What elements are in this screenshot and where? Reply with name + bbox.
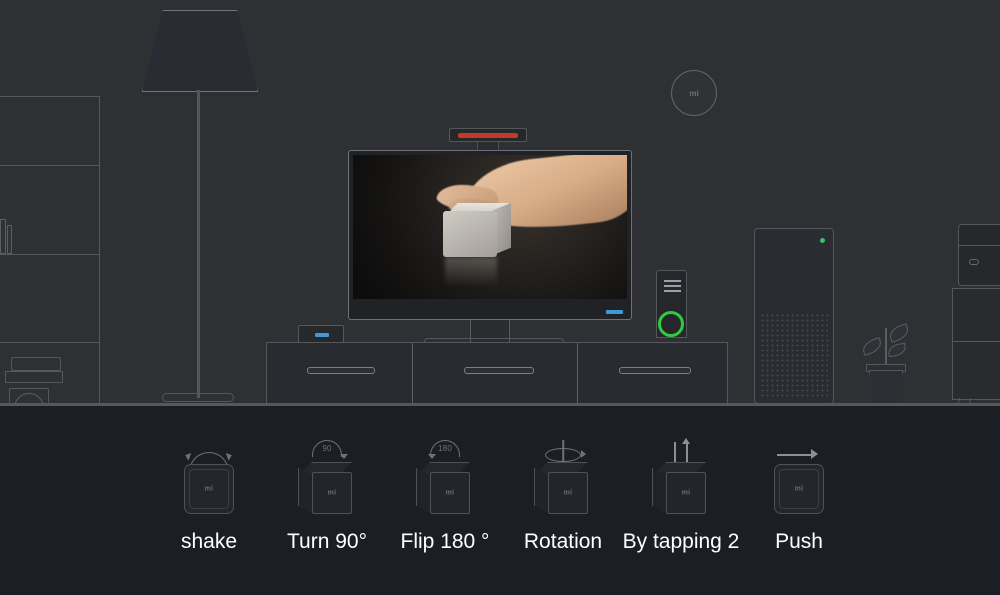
set-top-box-led bbox=[315, 333, 329, 337]
cube-turn-90-icon: 90 mi bbox=[277, 436, 377, 522]
arc-degree-label: 90 bbox=[322, 444, 332, 453]
set-top-box bbox=[298, 325, 344, 343]
cube-front-view: mi bbox=[184, 464, 234, 514]
living-room-scene: mi bbox=[0, 0, 1000, 406]
tv-screen bbox=[353, 155, 627, 299]
cube-front-face bbox=[443, 211, 497, 257]
cube-front-view: mi bbox=[774, 464, 824, 514]
gesture-item-push[interactable]: mi Push bbox=[740, 436, 858, 554]
cube-flip-180-icon: 180 mi bbox=[395, 436, 495, 522]
book bbox=[0, 219, 6, 254]
gesture-label-push: Push bbox=[775, 530, 823, 553]
floor-lamp-pole bbox=[197, 90, 200, 398]
mi-logo-text: mi bbox=[204, 485, 214, 493]
cube-3d-view: mi bbox=[650, 456, 712, 518]
plant-leaf bbox=[887, 323, 911, 343]
gesture-list: mi shake 90 mi Turn 90° 180 mi Flip 180 … bbox=[150, 436, 860, 554]
router-status-ring bbox=[658, 311, 684, 337]
floor-lamp-base bbox=[162, 393, 234, 402]
gesture-item-rotation[interactable]: mi Rotation bbox=[504, 436, 622, 554]
arc-degree-label: 180 bbox=[438, 444, 452, 453]
gesture-item-tapping2[interactable]: mi By tapping 2 bbox=[622, 436, 740, 554]
cube-reflection bbox=[445, 257, 497, 287]
cube-tap-icon: mi bbox=[631, 436, 731, 522]
tv-camera bbox=[449, 128, 527, 142]
book bbox=[7, 225, 12, 254]
speaker-cone-icon bbox=[14, 393, 44, 406]
mi-logo-text: mi bbox=[689, 88, 699, 98]
plant-stem bbox=[885, 328, 887, 368]
side-cabinet-handle bbox=[969, 259, 979, 265]
plant-leaf bbox=[860, 336, 884, 357]
cube-3d-view: mi bbox=[414, 456, 476, 518]
drawer-handle bbox=[464, 367, 534, 374]
gesture-label-shake: shake bbox=[180, 530, 238, 553]
mi-ceiling-sensor-icon: mi bbox=[671, 70, 717, 116]
air-purifier-led bbox=[820, 238, 825, 243]
tv-camera-led bbox=[458, 133, 518, 138]
mi-logo-text: mi bbox=[681, 489, 691, 497]
tv-power-led bbox=[606, 310, 623, 314]
mi-logo-text: mi bbox=[327, 489, 337, 497]
air-purifier-grill bbox=[760, 313, 828, 397]
cube-rotation-icon: mi bbox=[513, 436, 613, 522]
mi-logo-text: mi bbox=[563, 489, 573, 497]
cube-3d-view: mi bbox=[532, 456, 594, 518]
television bbox=[348, 150, 632, 320]
cube-shake-icon: mi bbox=[159, 436, 259, 522]
gesture-item-turn90[interactable]: 90 mi Turn 90° bbox=[268, 436, 386, 554]
mi-logo-text: mi bbox=[794, 485, 804, 493]
drawer-handle bbox=[307, 367, 375, 374]
side-cabinet-leg bbox=[956, 398, 972, 406]
plant-leaf bbox=[887, 342, 907, 358]
gesture-bar: mi shake 90 mi Turn 90° 180 mi Flip 180 … bbox=[0, 406, 1000, 595]
cube-3d-view: mi bbox=[296, 456, 358, 518]
mi-logo-text: mi bbox=[445, 489, 455, 497]
floor-lamp-shade bbox=[142, 10, 258, 92]
shelf-speaker bbox=[9, 388, 49, 406]
drawer-handle bbox=[619, 367, 691, 374]
shelf-box bbox=[5, 371, 63, 383]
gesture-label-turn90: Turn 90° bbox=[287, 530, 367, 553]
gesture-item-flip180[interactable]: 180 mi Flip 180 ° bbox=[386, 436, 504, 554]
side-cabinet-top bbox=[958, 224, 1000, 286]
air-purifier bbox=[754, 228, 834, 404]
bookshelf bbox=[0, 96, 100, 406]
shelf-box bbox=[11, 357, 61, 371]
gesture-label-flip180: Flip 180 ° bbox=[400, 530, 490, 553]
plant-pot bbox=[869, 370, 903, 404]
side-cabinet-body bbox=[952, 288, 1000, 400]
gesture-label-tapping2: By tapping 2 bbox=[622, 530, 740, 553]
gesture-label-rotation: Rotation bbox=[523, 530, 603, 553]
gesture-item-shake[interactable]: mi shake bbox=[150, 436, 268, 554]
cube-push-icon: mi bbox=[749, 436, 849, 522]
tv-cabinet bbox=[266, 342, 728, 404]
